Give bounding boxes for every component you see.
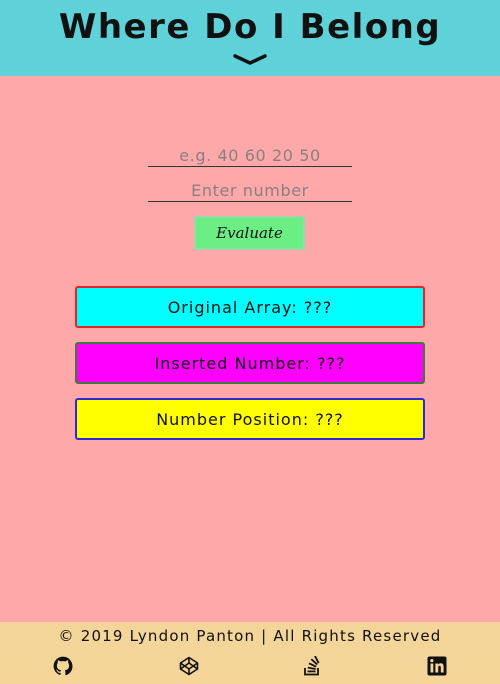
- inserted-number-display: Inserted Number: ???: [75, 342, 425, 384]
- evaluate-button[interactable]: Evaluate: [194, 216, 305, 250]
- array-input[interactable]: [148, 144, 352, 167]
- page-title: Where Do I Belong: [58, 7, 442, 47]
- number-position-display: Number Position: ???: [75, 398, 425, 440]
- linkedin-link[interactable]: [427, 656, 447, 676]
- stackoverflow-link[interactable]: [302, 656, 322, 676]
- github-link[interactable]: [53, 656, 73, 676]
- number-input[interactable]: [148, 179, 352, 202]
- main-content: Evaluate Original Array: ??? Inserted Nu…: [0, 76, 500, 622]
- chevron-down-icon[interactable]: [233, 52, 267, 66]
- page-footer: © 2019 Lyndon Panton | All Rights Reserv…: [0, 622, 500, 684]
- github-icon: [53, 656, 73, 676]
- codepen-link[interactable]: [179, 656, 199, 676]
- copyright-text: © 2019 Lyndon Panton | All Rights Reserv…: [58, 627, 442, 645]
- stackoverflow-icon: [304, 656, 320, 676]
- codepen-icon: [179, 656, 199, 676]
- page-header: Where Do I Belong: [0, 0, 500, 76]
- linkedin-icon: [427, 656, 447, 676]
- original-array-display: Original Array: ???: [75, 286, 425, 328]
